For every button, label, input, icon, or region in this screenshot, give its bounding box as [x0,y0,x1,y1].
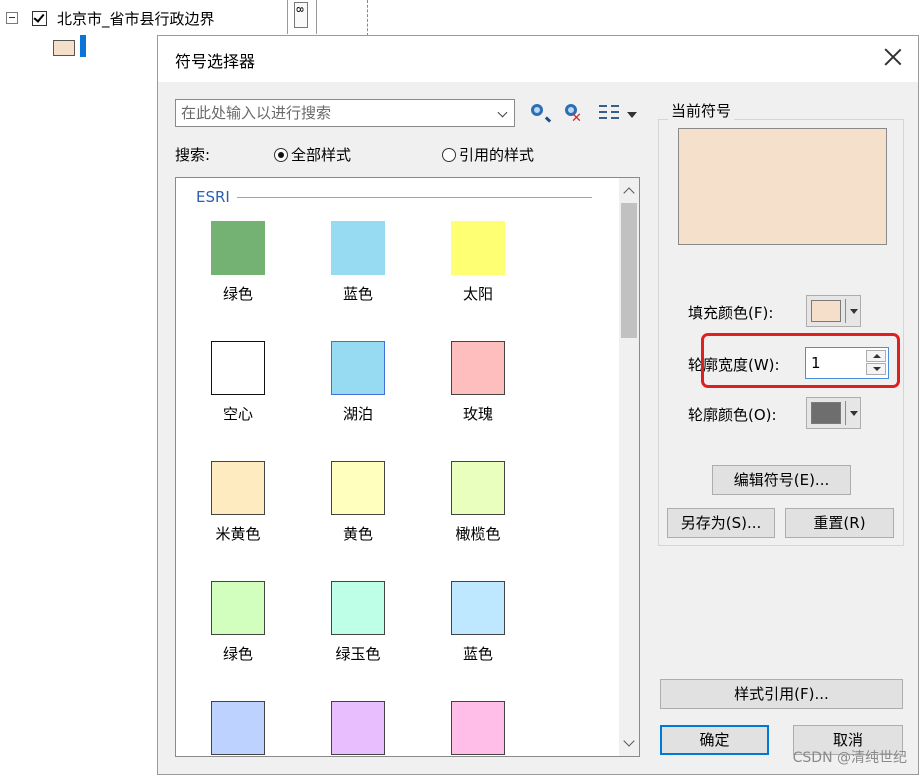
collapse-icon[interactable] [6,12,18,24]
radio-referenced-styles[interactable]: 引用的样式 [442,144,534,165]
symbol-swatch [331,221,385,275]
layer-symbol-swatch[interactable] [53,40,75,56]
symbol-label: 绿色 [222,645,253,663]
symbol-item[interactable]: 蓝色 [416,578,516,686]
symbol-swatch [211,581,265,635]
current-symbol-preview [678,128,887,245]
radio-referenced-label: 引用的样式 [459,146,535,164]
watermark: CSDN @清纯世纪 [792,750,907,766]
save-as-button[interactable]: 另存为(S)... [667,508,775,538]
edit-symbol-button[interactable]: 编辑符号(E)... [712,465,851,495]
symbol-list[interactable]: ESRI 绿色 蓝色 太阳 空心 湖泊 玫瑰 米黄色 黄色 橄榄色 绿色 绿玉色 蓝色 [175,177,640,757]
symbol-label: 蓝色 [462,645,493,663]
symbol-label: 玫瑰 [462,405,493,423]
chevron-down-icon [850,309,858,314]
symbol-swatch [331,701,385,755]
symbol-swatch [211,461,265,515]
symbol-label: 太阳 [462,285,493,303]
symbol-item[interactable]: 绿色 [176,578,276,686]
dialog-title: 符号选择器 [175,52,256,71]
current-symbol-legend: 当前符号 [668,100,735,121]
style-group-header: ESRI [196,188,592,206]
toc-layer-row[interactable]: 北京市_省市县行政边界 [6,8,215,28]
symbol-item[interactable]: 玫瑰 [416,338,516,446]
symbol-label: 湖泊 [342,405,373,423]
fill-color-button[interactable] [806,295,861,327]
scroll-grip-icon [294,2,308,28]
symbol-swatch [211,221,265,275]
outline-color-button[interactable] [806,397,861,429]
symbol-item[interactable]: 米黄色 [176,458,276,566]
scroll-down-icon[interactable] [623,735,635,747]
search-icon[interactable] [528,101,552,125]
symbol-label: 空心 [222,405,253,423]
search-combobox[interactable] [175,99,515,127]
view-options-icon[interactable] [599,101,639,125]
symbol-list-scrollbar[interactable] [619,178,639,756]
scroll-thumb[interactable] [621,203,637,338]
ok-button[interactable]: 确定 [660,725,769,755]
symbol-item[interactable]: 橄榄色 [416,458,516,566]
symbol-item[interactable]: 湖泊 [296,338,396,446]
symbol-item[interactable]: 绿玉色 [296,578,396,686]
symbol-label: 黄色 [342,525,373,543]
style-references-button[interactable]: 样式引用(F)... [660,679,903,709]
search-input[interactable] [176,100,496,126]
radio-all-styles[interactable]: 全部样式 [274,144,351,165]
symbol-swatch [451,461,505,515]
outline-color-label: 轮廓颜色(O): [688,406,777,424]
background-scrollbar [287,0,317,34]
symbol-item[interactable]: 黄色 [296,458,396,566]
radio-selected-icon[interactable] [274,147,288,162]
fill-color-chip [811,300,841,322]
symbol-item[interactable]: 蓝色 [296,218,396,326]
search-scope-label: 搜索: [175,146,211,164]
symbol-item[interactable]: 空心 [176,338,276,446]
symbol-selector-dialog: 符号选择器 ✕ 搜索: 全部样式 引用的样式 ESRI 绿色蓝色太阳空心湖泊玫瑰… [157,35,919,775]
radio-all-label: 全部样式 [291,146,352,164]
symbol-swatch [211,341,265,395]
symbol-swatch [331,461,385,515]
layer-name: 北京市_省市县行政边界 [57,9,215,28]
symbol-swatch [451,701,505,755]
symbol-label: 绿色 [222,285,253,303]
symbol-item[interactable] [416,698,516,756]
symbol-item[interactable] [176,698,276,756]
fill-color-label: 填充颜色(F): [688,304,774,322]
symbol-item[interactable]: 绿色 [176,218,276,326]
symbol-label: 蓝色 [342,285,373,303]
highlight-annotation [701,333,900,388]
clear-search-icon[interactable]: ✕ [562,101,586,125]
reset-button[interactable]: 重置(R) [785,508,894,538]
symbol-label: 绿玉色 [335,645,381,663]
group-divider [236,196,592,198]
layer-visibility-checkbox[interactable] [32,10,47,26]
symbol-swatch [211,701,265,755]
symbol-label: 米黄色 [215,525,261,543]
symbol-item[interactable] [296,698,396,756]
scroll-up-icon[interactable] [623,187,635,199]
symbol-swatch [451,221,505,275]
radio-unselected-icon[interactable] [442,147,456,162]
chevron-down-icon [850,411,858,416]
outline-color-chip [811,402,841,424]
symbol-swatch [331,581,385,635]
close-icon[interactable] [882,46,904,68]
symbol-swatch [331,341,385,395]
text-cursor-marker [80,35,86,57]
chevron-down-icon[interactable] [497,107,508,118]
symbol-swatch [451,581,505,635]
group-title: ESRI [196,188,230,206]
symbol-label: 橄榄色 [455,525,501,543]
title-bar: 符号选择器 [158,36,918,82]
background-guide-line [367,0,368,36]
symbol-swatch [451,341,505,395]
symbol-item[interactable]: 太阳 [416,218,516,326]
